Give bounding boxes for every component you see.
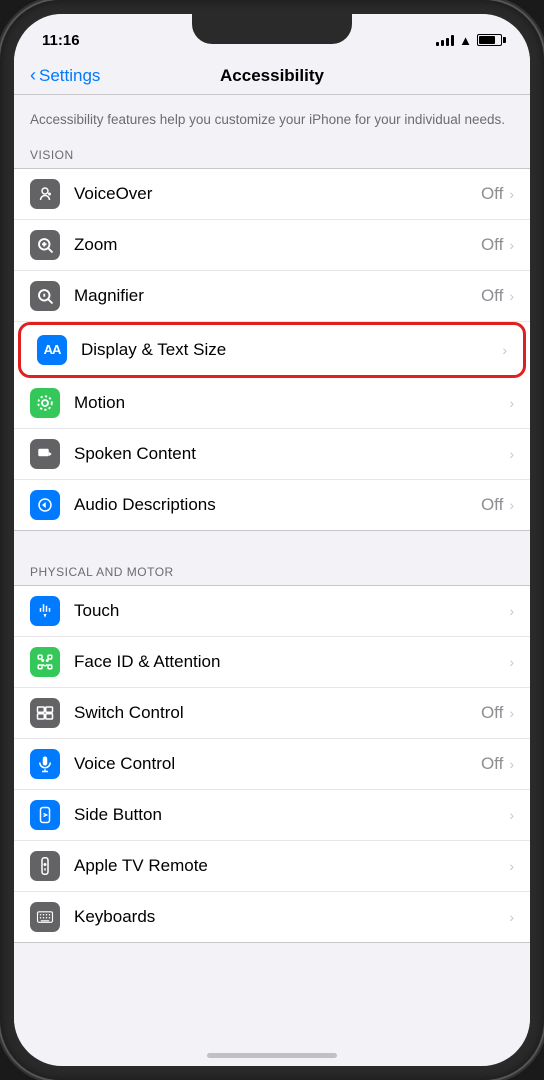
- wifi-icon: ▲: [459, 33, 472, 48]
- content-area: Accessibility features help you customiz…: [14, 95, 530, 1047]
- spoken-label: Spoken Content: [74, 444, 509, 464]
- keyboards-icon: [30, 902, 60, 932]
- faceid-chevron-icon: ›: [509, 654, 514, 670]
- appletv-label: Apple TV Remote: [74, 856, 509, 876]
- settings-row-sidebutton[interactable]: Side Button ›: [14, 790, 530, 841]
- vision-group: VoiceOver Off › Zoom Off: [14, 168, 530, 531]
- switch-icon: [30, 698, 60, 728]
- settings-row-display[interactable]: AA Display & Text Size ›: [18, 322, 526, 378]
- settings-row-spoken[interactable]: Spoken Content ›: [14, 429, 530, 480]
- settings-row-keyboards[interactable]: Keyboards ›: [14, 892, 530, 942]
- audio-icon: [30, 490, 60, 520]
- audio-chevron-icon: ›: [509, 497, 514, 513]
- description-section: Accessibility features help you customiz…: [14, 95, 530, 142]
- sidebutton-icon: [30, 800, 60, 830]
- back-button[interactable]: ‹ Settings: [30, 66, 100, 86]
- switch-chevron-icon: ›: [509, 705, 514, 721]
- touch-chevron-icon: ›: [509, 603, 514, 619]
- sidebutton-chevron-icon: ›: [509, 807, 514, 823]
- notch: [192, 14, 352, 44]
- spoken-icon: [30, 439, 60, 469]
- voiceover-icon: [30, 179, 60, 209]
- settings-row-appletv[interactable]: Apple TV Remote ›: [14, 841, 530, 892]
- touch-icon: [30, 596, 60, 626]
- voice-icon: [30, 749, 60, 779]
- magnifier-icon: [30, 281, 60, 311]
- status-time: 11:16: [42, 32, 80, 49]
- magnifier-chevron-icon: ›: [509, 288, 514, 304]
- voiceover-chevron-icon: ›: [509, 186, 514, 202]
- touch-label: Touch: [74, 601, 509, 621]
- navigation-bar: ‹ Settings Accessibility: [14, 58, 530, 95]
- section-header-physical: PHYSICAL AND MOTOR: [14, 559, 530, 585]
- magnifier-label: Magnifier: [74, 286, 481, 306]
- keyboards-label: Keyboards: [74, 907, 509, 927]
- settings-row-motion[interactable]: Motion ›: [14, 378, 530, 429]
- settings-row-switch[interactable]: Switch Control Off ›: [14, 688, 530, 739]
- voice-value: Off: [481, 754, 503, 774]
- motion-icon: [30, 388, 60, 418]
- settings-row-magnifier[interactable]: Magnifier Off ›: [14, 271, 530, 322]
- status-icons: ▲: [436, 33, 502, 48]
- switch-value: Off: [481, 703, 503, 723]
- signal-icon: [436, 34, 454, 46]
- voice-label: Voice Control: [74, 754, 481, 774]
- settings-row-audio[interactable]: Audio Descriptions Off ›: [14, 480, 530, 530]
- settings-row-voiceover[interactable]: VoiceOver Off ›: [14, 169, 530, 220]
- display-chevron-icon: ›: [502, 342, 507, 358]
- magnifier-value: Off: [481, 286, 503, 306]
- keyboards-chevron-icon: ›: [509, 909, 514, 925]
- phone-frame: 11:16 ▲ ‹ Settings Accessibility: [0, 0, 544, 1080]
- settings-row-voice[interactable]: Voice Control Off ›: [14, 739, 530, 790]
- spacer-1: [14, 531, 530, 559]
- display-icon: AA: [37, 335, 67, 365]
- zoom-icon: [30, 230, 60, 260]
- settings-row-touch[interactable]: Touch ›: [14, 586, 530, 637]
- sidebutton-label: Side Button: [74, 805, 509, 825]
- home-indicator: [207, 1053, 337, 1058]
- battery-icon: [477, 34, 502, 46]
- switch-label: Switch Control: [74, 703, 481, 723]
- voiceover-label: VoiceOver: [74, 184, 481, 204]
- zoom-chevron-icon: ›: [509, 237, 514, 253]
- appletv-chevron-icon: ›: [509, 858, 514, 874]
- display-label: Display & Text Size: [81, 340, 502, 360]
- description-text: Accessibility features help you customiz…: [30, 111, 514, 130]
- settings-row-faceid[interactable]: Face ID & Attention ›: [14, 637, 530, 688]
- page-title: Accessibility: [220, 66, 324, 86]
- faceid-icon: [30, 647, 60, 677]
- zoom-label: Zoom: [74, 235, 481, 255]
- audio-label: Audio Descriptions: [74, 495, 481, 515]
- voiceover-value: Off: [481, 184, 503, 204]
- zoom-value: Off: [481, 235, 503, 255]
- phone-screen: 11:16 ▲ ‹ Settings Accessibility: [14, 14, 530, 1066]
- spoken-chevron-icon: ›: [509, 446, 514, 462]
- physical-group: Touch ›: [14, 585, 530, 943]
- back-chevron-icon: ‹: [30, 65, 36, 86]
- motion-label: Motion: [74, 393, 509, 413]
- faceid-label: Face ID & Attention: [74, 652, 509, 672]
- spacer-2: [14, 943, 530, 971]
- motion-chevron-icon: ›: [509, 395, 514, 411]
- voice-chevron-icon: ›: [509, 756, 514, 772]
- back-label: Settings: [39, 66, 100, 86]
- appletv-icon: [30, 851, 60, 881]
- settings-row-zoom[interactable]: Zoom Off ›: [14, 220, 530, 271]
- section-header-vision: VISION: [14, 142, 530, 168]
- audio-value: Off: [481, 495, 503, 515]
